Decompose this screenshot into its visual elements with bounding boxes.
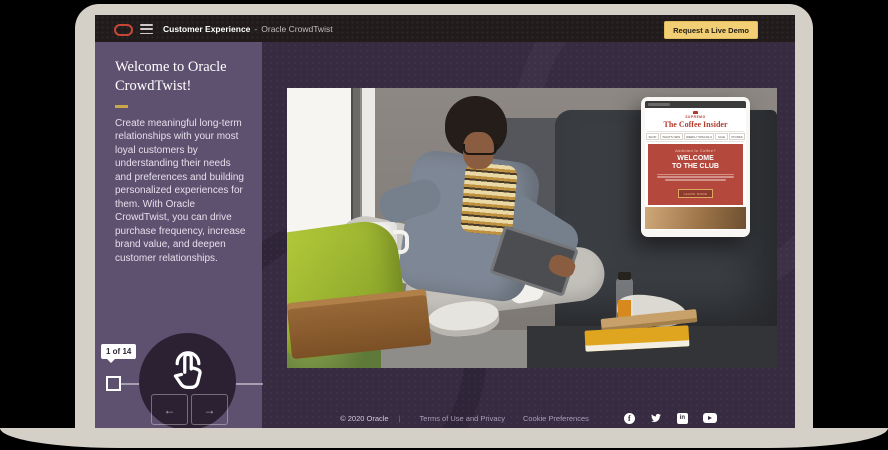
step-counter-badge: 1 of 14 <box>101 344 136 359</box>
footer-separator: | <box>399 414 401 423</box>
supremo-logo: SUPREMO <box>645 111 746 119</box>
photo-person-striped-shirt <box>460 162 518 236</box>
youtube-icon[interactable] <box>703 413 717 423</box>
hero-cta-button: LEARN MORE <box>678 189 714 198</box>
title-divider <box>115 105 128 108</box>
nav-item-whats-new: WHAT'S NEW <box>660 133 683 140</box>
facebook-icon[interactable]: f <box>624 413 635 424</box>
terms-link[interactable]: Terms of Use and Privacy <box>420 414 505 423</box>
next-step-button[interactable]: → <box>191 394 228 425</box>
hero-text-line <box>657 174 734 176</box>
tap-hand-icon <box>162 343 214 395</box>
coffee-insider-tablet-mockup: SUPREMO The Coffee Insider SHOP WHAT'S N… <box>641 97 750 237</box>
previous-step-button[interactable]: ← <box>151 394 188 425</box>
photo-person-glasses <box>463 144 497 155</box>
laptop-base <box>0 428 888 448</box>
app-screen: Customer Experience - Oracle CrowdTwist … <box>95 15 795 430</box>
app-title-separator: - <box>254 24 257 34</box>
coffee-insider-title: The Coffee Insider <box>645 120 746 129</box>
nav-item-sale: SALE <box>715 133 727 140</box>
coffee-insider-hero: Addicted to Coffee? WELCOME TO THE CLUB … <box>648 144 743 205</box>
social-icons: f in <box>624 412 717 424</box>
hero-eyebrow: Addicted to Coffee? <box>651 148 740 153</box>
nav-item-shop: SHOP <box>646 133 659 140</box>
hamburger-menu-icon[interactable] <box>140 24 153 34</box>
hero-photo-strip <box>645 207 746 229</box>
site-footer: © 2020 Oracle | Terms of Use and Privacy… <box>262 412 795 424</box>
slide-description: Create meaningful long-term relationship… <box>115 117 246 266</box>
progress-slider-handle[interactable] <box>106 376 121 391</box>
coffee-insider-nav: SHOP WHAT'S NEW WEEKLY SPECIALS SALE STO… <box>647 131 744 142</box>
app-title-product: Oracle CrowdTwist <box>261 24 332 34</box>
hero-text-line <box>665 179 726 181</box>
photo-bottle-cap <box>618 272 631 280</box>
tablet-screen: SUPREMO The Coffee Insider SHOP WHAT'S N… <box>645 101 746 230</box>
hero-heading: WELCOME TO THE CLUB <box>651 155 740 172</box>
top-bar: Customer Experience - Oracle CrowdTwist … <box>95 15 795 42</box>
slide-title: Welcome to Oracle CrowdTwist! <box>115 58 244 96</box>
nav-item-weekly-specials: WEEKLY SPECIALS <box>684 133 715 140</box>
twitter-icon[interactable] <box>650 412 662 424</box>
app-title-bold: Customer Experience <box>163 24 250 34</box>
page: Customer Experience - Oracle CrowdTwist … <box>0 0 888 450</box>
app-title: Customer Experience - Oracle CrowdTwist <box>163 15 333 42</box>
nav-item-stores: STORES <box>729 133 745 140</box>
tablet-browser-bar <box>645 101 746 108</box>
request-live-demo-button[interactable]: Request a Live Demo <box>664 21 758 39</box>
linkedin-icon[interactable]: in <box>677 413 688 424</box>
copyright-text: © 2020 Oracle <box>340 414 388 423</box>
hero-text-line <box>657 176 734 178</box>
slide-area: SUPREMO The Coffee Insider SHOP WHAT'S N… <box>262 42 795 430</box>
cookie-preferences-link[interactable]: Cookie Preferences <box>523 414 589 423</box>
oracle-logo-icon[interactable] <box>114 24 133 36</box>
